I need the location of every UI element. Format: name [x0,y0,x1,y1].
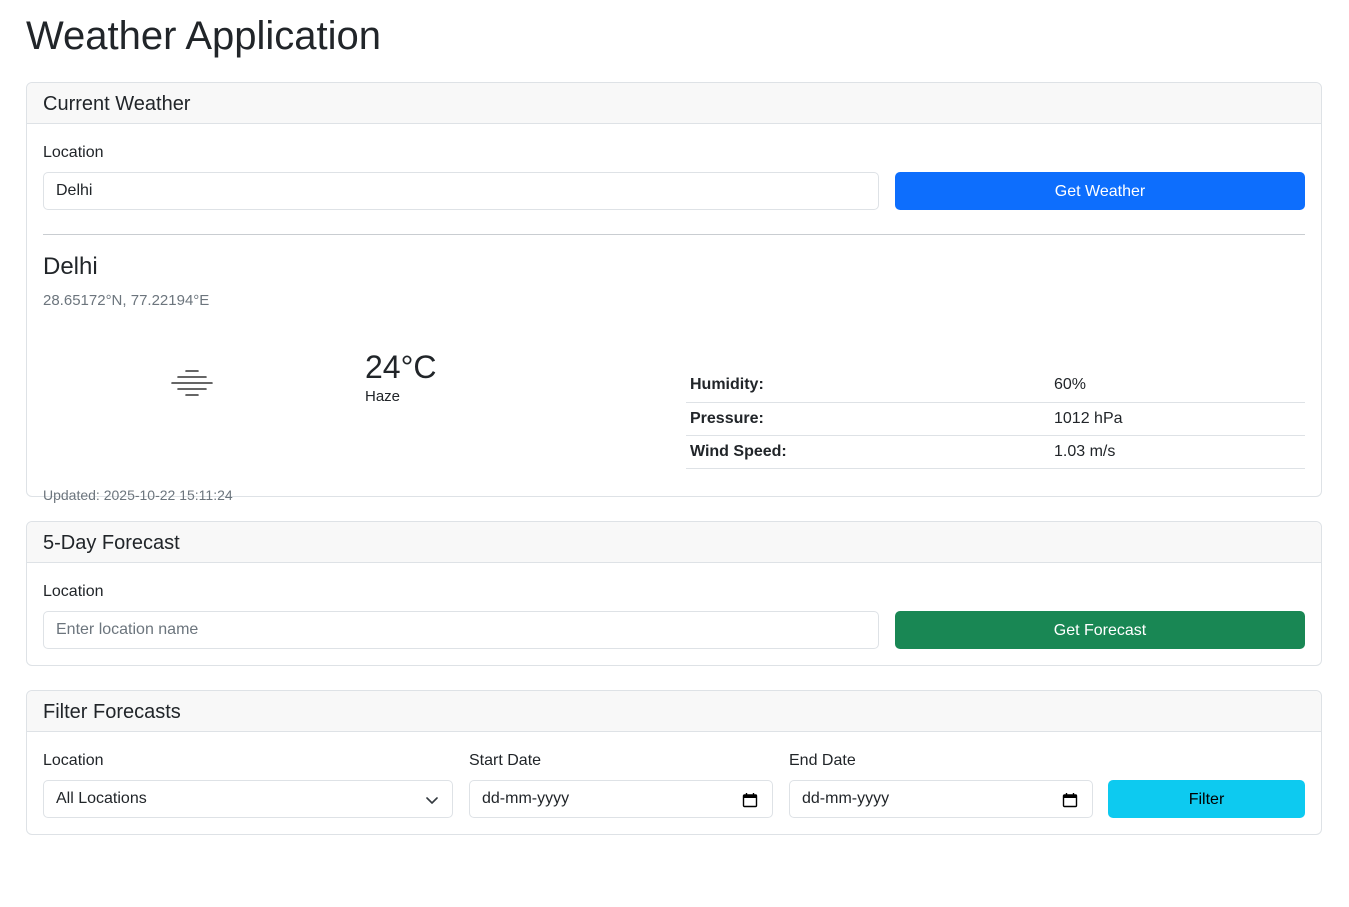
updated-timestamp: Updated: 2025-10-22 15:11:24 [43,487,233,503]
get-weather-button[interactable]: Get Weather [895,172,1305,210]
table-row: Humidity: 60% [686,369,1305,403]
city-name: Delhi [43,253,98,280]
wind-speed-value: 1.03 m/s [1050,435,1305,469]
start-date-label: Start Date [469,752,542,769]
page-title: Weather Application [26,14,382,58]
end-date-input[interactable]: dd-mm-yyyy [789,780,1093,818]
table-row: Pressure: 1012 hPa [686,402,1305,436]
table-row: Wind Speed: 1.03 m/s [686,435,1305,469]
weather-condition: Haze [365,388,401,405]
filter-card: Filter Forecasts Location All Locations … [26,690,1322,835]
humidity-label: Humidity: [686,369,1050,403]
forecast-location-input[interactable] [43,611,879,649]
page: Weather Application Current Weather Loca… [0,0,1349,907]
get-forecast-button[interactable]: Get Forecast [895,611,1305,649]
forecast-location-label: Location [43,583,104,600]
filter-button[interactable]: Filter [1108,780,1305,818]
wind-speed-label: Wind Speed: [686,435,1050,469]
start-date-input[interactable]: dd-mm-yyyy [469,780,773,818]
calendar-icon[interactable] [1062,792,1078,808]
location-label: Location [43,144,104,161]
current-location-input[interactable] [43,172,879,210]
forecast-header: 5-Day Forecast [27,522,1321,563]
forecast-card: 5-Day Forecast Location Get Forecast [26,521,1322,666]
weather-details-table: Humidity: 60% Pressure: 1012 hPa Wind Sp… [686,369,1305,469]
temperature: 24°C [365,349,437,385]
pressure-label: Pressure: [686,402,1050,436]
haze-icon [171,370,213,396]
current-weather-card: Current Weather Location Get Weather Del… [26,82,1322,503]
humidity-value: 60% [1050,369,1305,403]
filter-location-label: Location [43,752,104,769]
location-select[interactable]: All Locations [43,780,453,818]
filter-header: Filter Forecasts [27,691,1321,732]
calendar-icon[interactable] [742,792,758,808]
location-select-value: All Locations [56,790,147,807]
start-date-placeholder: dd-mm-yyyy [482,790,570,807]
pressure-value: 1012 hPa [1050,402,1305,436]
chevron-down-icon [426,797,438,804]
end-date-placeholder: dd-mm-yyyy [802,790,890,807]
current-weather-header: Current Weather [27,83,1321,124]
coordinates: 28.65172°N, 77.22194°E [43,292,210,309]
end-date-label: End Date [789,752,856,769]
divider [43,234,1305,235]
